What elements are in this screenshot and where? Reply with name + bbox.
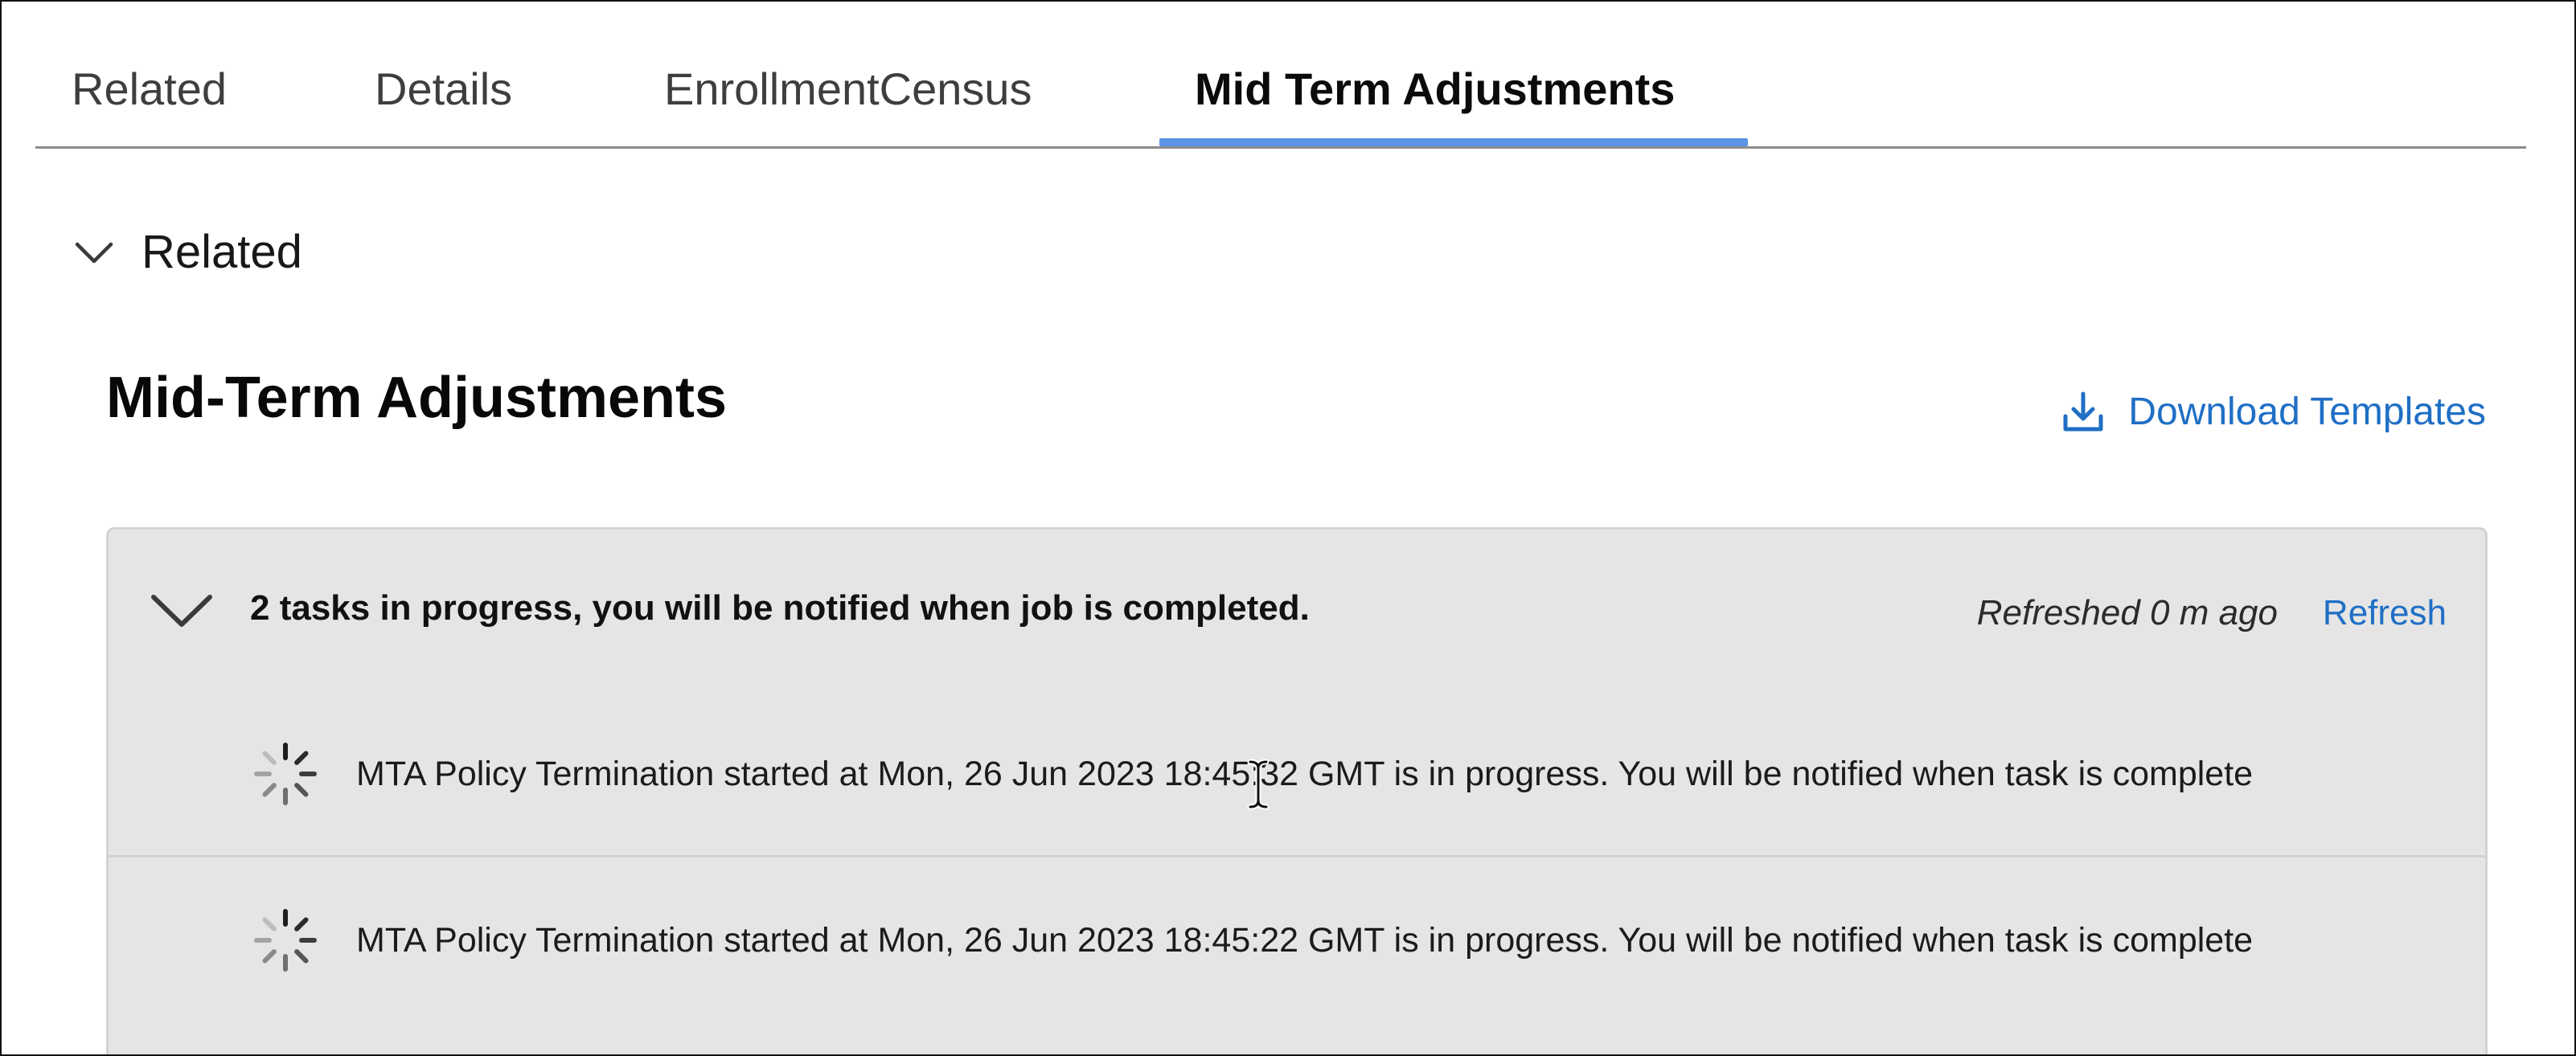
related-section-toggle[interactable]: Related xyxy=(72,220,302,284)
tab-bar: Related Details EnrollmentCensus Mid Ter… xyxy=(35,2,2526,149)
tab-enrollment-census[interactable]: EnrollmentCensus xyxy=(664,61,1032,117)
record-page: Related Details EnrollmentCensus Mid Ter… xyxy=(0,0,2576,1056)
tab-details[interactable]: Details xyxy=(375,61,512,117)
tab-related[interactable]: Related xyxy=(72,61,227,117)
jobs-panel-header: 2 tasks in progress, you will be notifie… xyxy=(109,530,2485,692)
jobs-panel: 2 tasks in progress, you will be notifie… xyxy=(106,527,2488,1054)
task-row: MTA Policy Termination started at Mon, 2… xyxy=(109,857,2485,1023)
refreshed-timestamp: Refreshed 0 m ago xyxy=(1976,593,2278,632)
spinner-icon xyxy=(254,742,317,805)
task-status-text: MTA Policy Termination started at Mon, 2… xyxy=(356,921,2254,960)
spinner-icon xyxy=(254,909,317,972)
active-tab-indicator xyxy=(1159,138,1748,146)
refresh-button[interactable]: Refresh xyxy=(2323,589,2447,637)
download-templates-link[interactable]: Download Templates xyxy=(2061,379,2486,444)
related-section-title: Related xyxy=(142,226,302,278)
chevron-down-icon xyxy=(72,231,116,274)
jobs-summary-text: 2 tasks in progress, you will be notifie… xyxy=(250,588,1310,628)
download-templates-label: Download Templates xyxy=(2128,390,2486,433)
page-title: Mid-Term Adjustments xyxy=(106,366,728,430)
collapse-chevron-icon[interactable] xyxy=(146,584,218,641)
task-status-text: MTA Policy Termination started at Mon, 2… xyxy=(356,754,2254,793)
download-icon xyxy=(2061,389,2106,434)
text-cursor-icon xyxy=(1247,759,1270,810)
tab-mid-term-adjustments[interactable]: Mid Term Adjustments xyxy=(1195,61,1675,117)
task-row: MTA Policy Termination started at Mon, 2… xyxy=(109,692,2485,857)
